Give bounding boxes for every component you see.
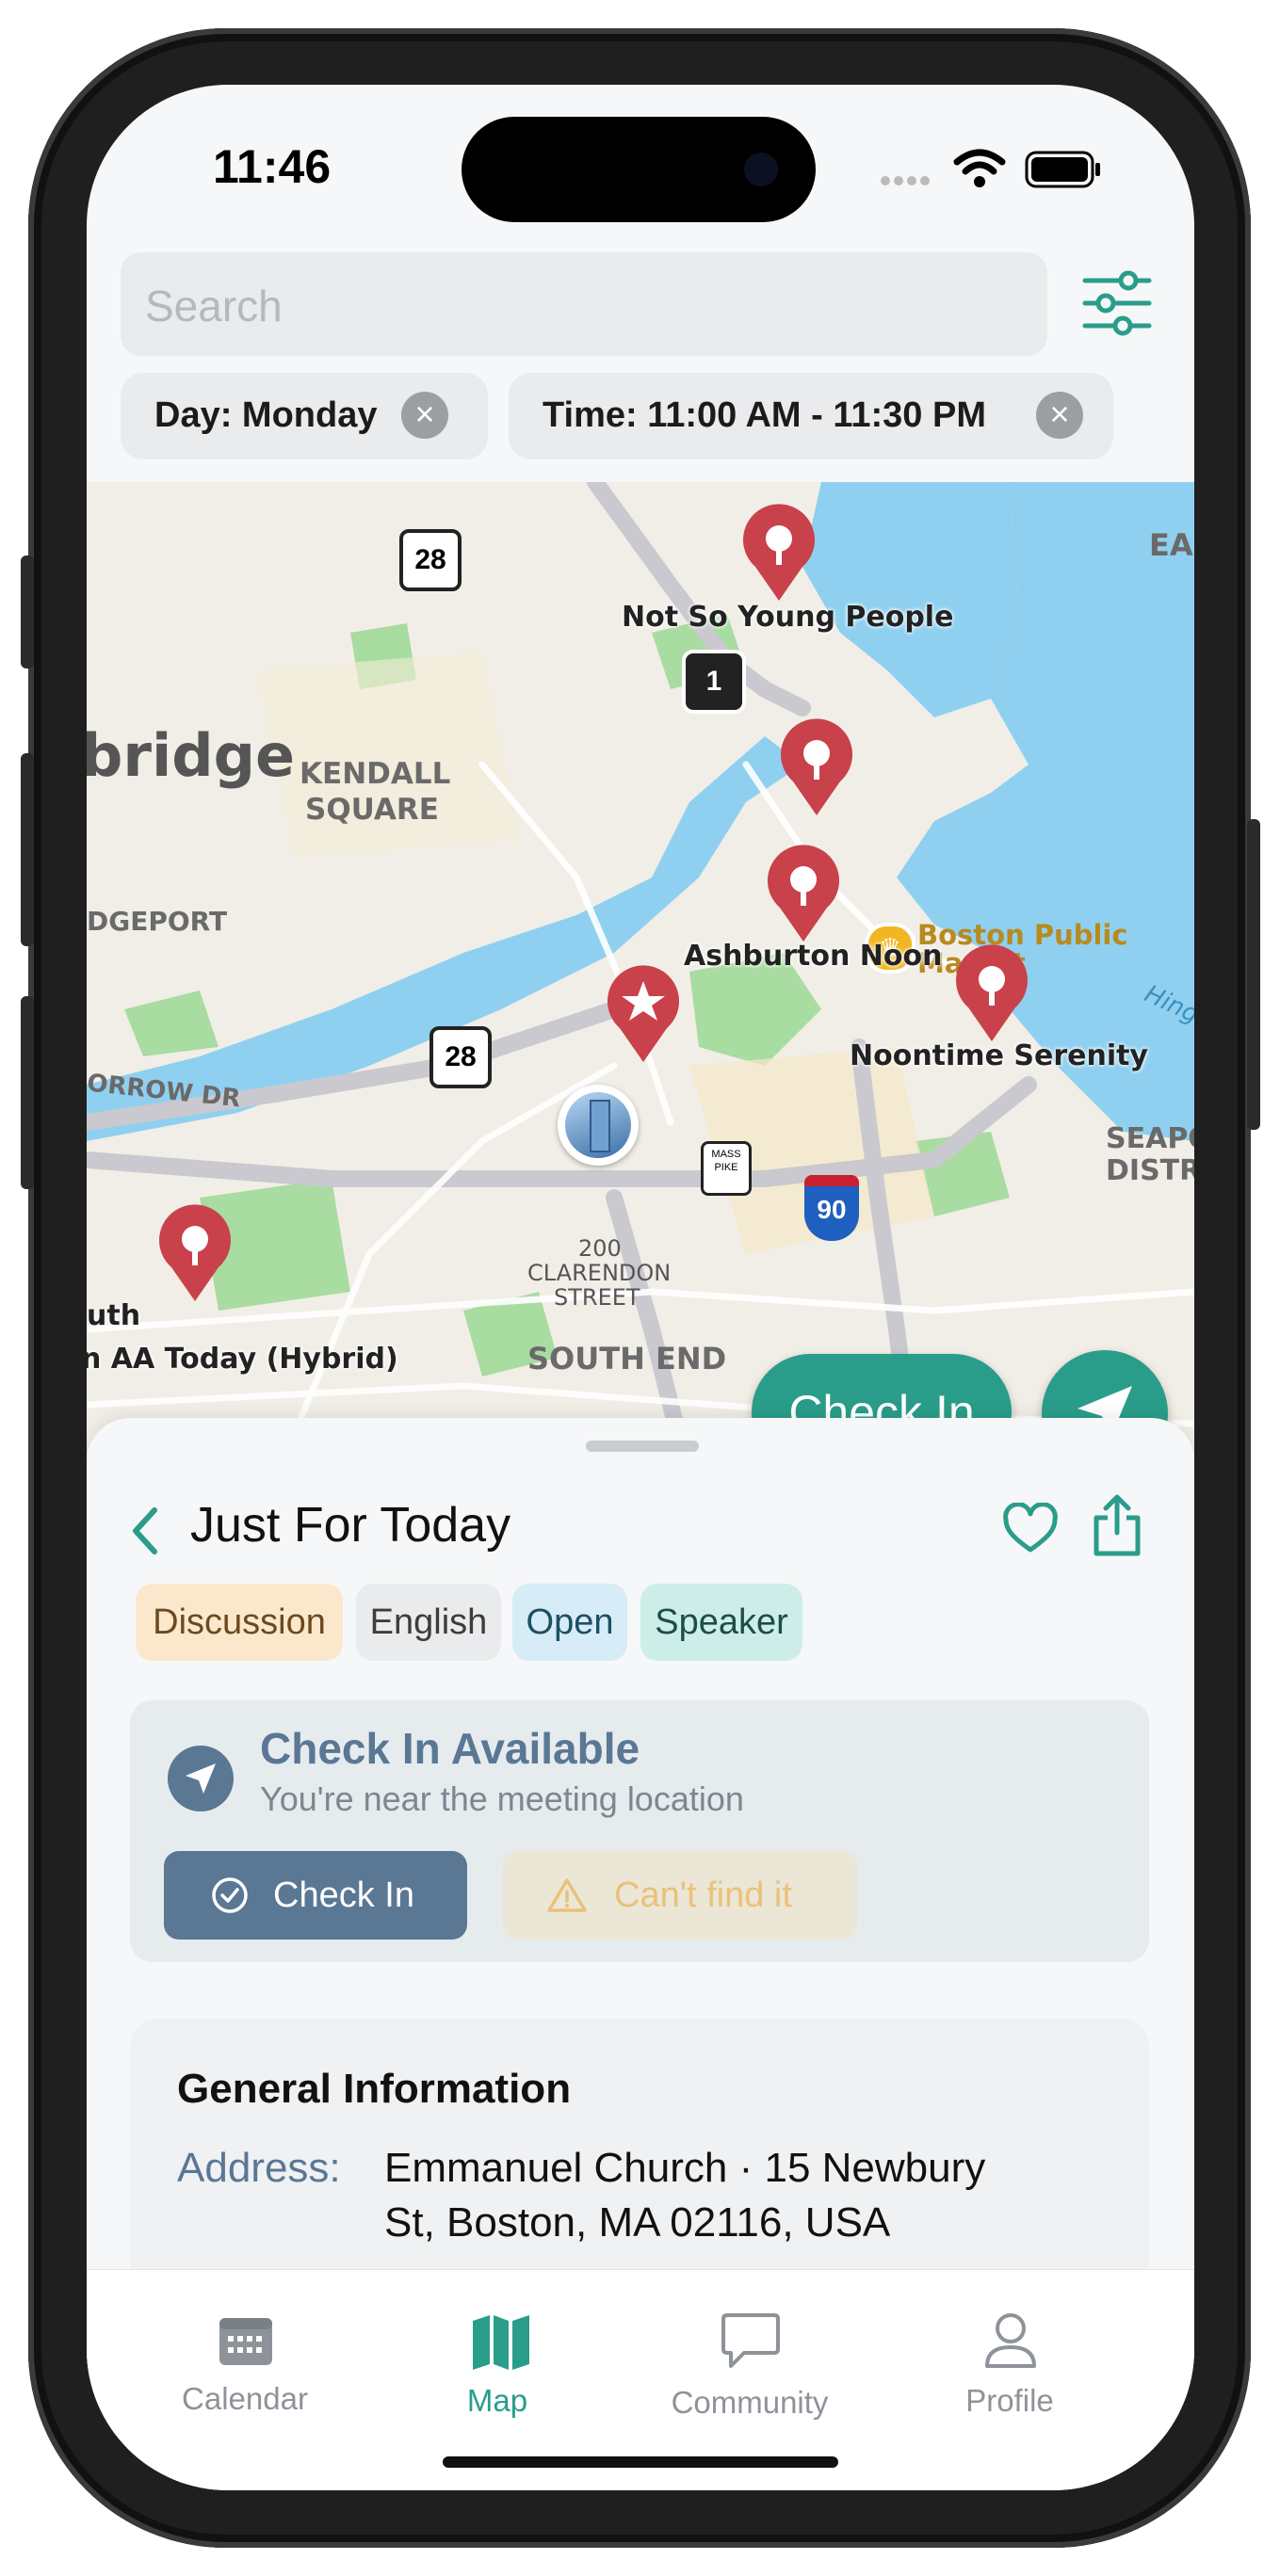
general-information-heading: General Information (177, 2066, 572, 2112)
calendar-icon (219, 2318, 272, 2365)
map-label-cambridge: bridge (87, 721, 296, 790)
meeting-pin-ashburton[interactable] (761, 842, 846, 945)
map-label-200: 200 (578, 1235, 622, 1262)
building-landmark-icon[interactable] (558, 1085, 639, 1166)
map-icon (473, 2315, 529, 2370)
filter-chip-day[interactable]: Day: Monday × (121, 373, 488, 459)
person-icon (985, 2313, 1036, 2368)
card-check-in-label: Check In (273, 1876, 414, 1915)
check-in-card-subtitle: You're near the meeting location (260, 1779, 744, 1818)
clear-time-filter-icon[interactable]: × (1036, 392, 1083, 439)
map-label-clarendon: CLARENDON (527, 1260, 672, 1286)
selected-meeting-pin-star[interactable] (601, 962, 686, 1066)
share-icon[interactable] (1091, 1491, 1143, 1564)
meeting-pin-downtown[interactable] (774, 716, 859, 819)
card-check-in-button[interactable]: Check In (164, 1851, 467, 1940)
tag-open: Open (512, 1584, 627, 1661)
action-button (21, 555, 34, 668)
tab-map-label: Map (466, 2383, 528, 2418)
route-shield-28-north: 28 (399, 529, 462, 591)
map-label-square: SQUARE (305, 793, 439, 827)
tab-community-label: Community (671, 2385, 829, 2420)
filter-sliders-icon[interactable] (1081, 269, 1153, 342)
check-in-available-card: Check In Available You're near the meeti… (130, 1700, 1149, 1962)
map-label-south-end: SOUTH END (527, 1341, 727, 1377)
route-shield-us-1: 1 (682, 650, 746, 714)
route-shield-i90: 90 (804, 1175, 859, 1241)
battery-icon (1025, 151, 1102, 193)
general-information-card: General Information Address: Emmanuel Ch… (130, 2019, 1149, 2301)
cellular-signal-icon (878, 171, 934, 195)
clear-day-filter-icon[interactable]: × (401, 392, 448, 439)
tab-profile-label: Profile (965, 2383, 1054, 2418)
meeting-title: Just For Today (190, 1498, 511, 1553)
screen: 11:46 Search Day: Monday × Time: 11:00 A… (87, 85, 1194, 2490)
tag-speaker: Speaker (640, 1584, 802, 1661)
map-label-kendall: KENDALL (300, 757, 451, 791)
tab-map[interactable]: Map (394, 2289, 601, 2421)
navigation-arrow-icon (168, 1746, 234, 1811)
map-view[interactable]: bridge KENDALL SQUARE DGEPORT ORROW DR 2… (87, 482, 1194, 1480)
cant-find-it-button[interactable]: Can't find it (503, 1851, 857, 1940)
volume-up-button (21, 753, 34, 946)
pin-label-noontime: Noontime Serenity (850, 1039, 1148, 1072)
route-shield-mass-pike: MASS PIKE (701, 1141, 752, 1196)
cant-find-it-label: Can't find it (614, 1876, 792, 1915)
filter-chip-time-label: Time: 11:00 AM - 11:30 PM (543, 395, 986, 435)
tag-discussion: Discussion (136, 1584, 343, 1661)
volume-down-button (21, 996, 34, 1189)
filter-chip-day-label: Day: Monday (154, 395, 378, 435)
map-label-street: STREET (554, 1284, 640, 1311)
sheet-grabber[interactable] (586, 1441, 699, 1452)
back-chevron-icon[interactable] (128, 1503, 162, 1564)
filter-chip-time[interactable]: Time: 11:00 AM - 11:30 PM × (509, 373, 1113, 459)
route-shield-28-south: 28 (429, 1026, 492, 1088)
map-label-seaport: SEAPO (1106, 1122, 1194, 1155)
meeting-pin-aa-today[interactable] (153, 1201, 237, 1305)
meeting-pin-not-so-young[interactable] (737, 501, 821, 604)
address-label: Address: (177, 2145, 341, 2191)
address-line-1: Emmanuel Church · 15 Newbury (384, 2145, 986, 2191)
home-indicator[interactable] (443, 2456, 838, 2468)
address-line-2: St, Boston, MA 02116, USA (384, 2199, 891, 2246)
check-circle-icon (212, 1877, 248, 1913)
tab-calendar-label: Calendar (182, 2381, 308, 2416)
pin-label-partial: uth (87, 1299, 141, 1332)
pin-label-not-so-young: Not So Young People (622, 601, 954, 634)
dynamic-island (462, 117, 816, 222)
check-in-card-title: Check In Available (260, 1724, 640, 1773)
chat-bubble-icon (721, 2313, 780, 2368)
warning-triangle-icon (547, 1878, 587, 1912)
favorite-heart-icon[interactable] (1002, 1502, 1059, 1560)
meeting-pin-noontime[interactable] (949, 942, 1034, 1045)
tab-bar: Calendar Map Community Profile (87, 2269, 1194, 2490)
status-time: 11:46 (213, 140, 332, 193)
search-input[interactable]: Search (121, 252, 1047, 356)
power-button (1247, 819, 1260, 1130)
tab-community[interactable]: Community (646, 2289, 853, 2421)
tag-english: English (356, 1584, 501, 1661)
pin-label-aa-today: n AA Today (Hybrid) (87, 1343, 398, 1376)
map-label-district: DISTR (1106, 1154, 1194, 1187)
pin-label-ashburton: Ashburton Noon (684, 940, 943, 973)
map-label-east: EAS (1149, 527, 1194, 563)
search-placeholder: Search (145, 282, 283, 330)
map-label-bridgeport: DGEPORT (87, 906, 228, 937)
tab-calendar[interactable]: Calendar (141, 2289, 348, 2421)
wifi-icon (953, 149, 1006, 195)
tab-profile[interactable]: Profile (906, 2289, 1113, 2421)
